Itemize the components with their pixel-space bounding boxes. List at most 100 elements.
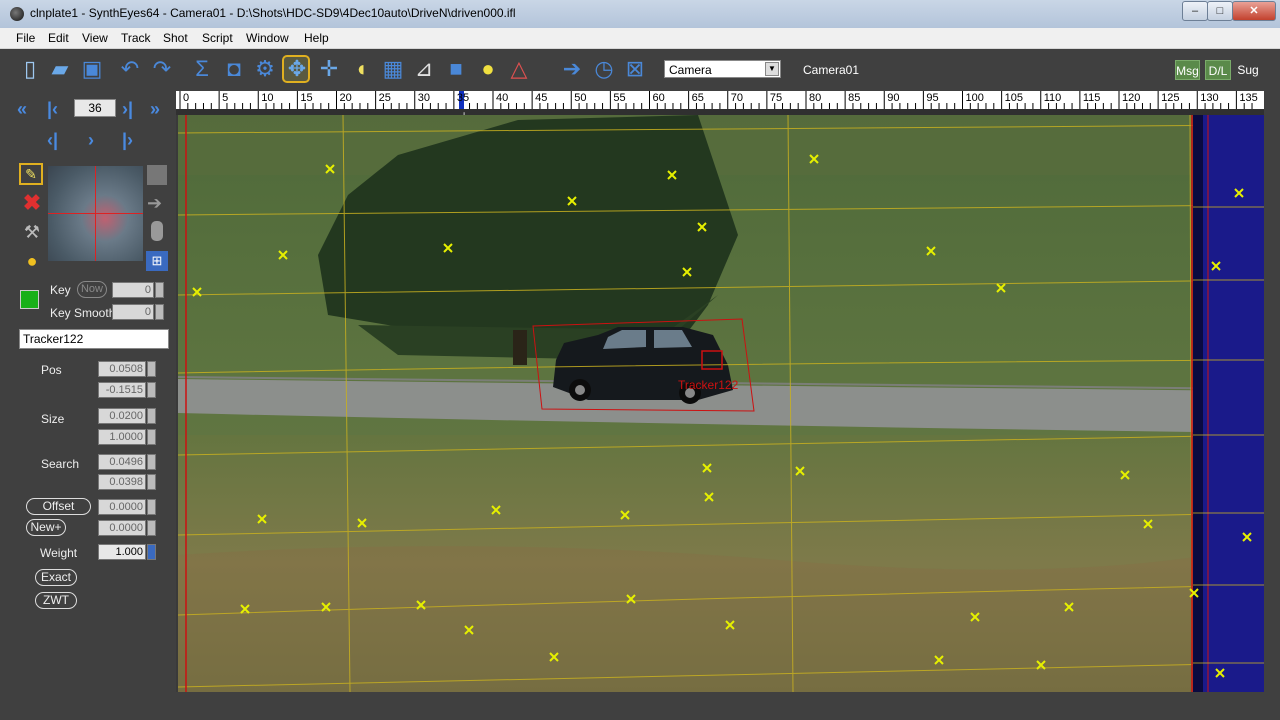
- zwt-button[interactable]: ZWT: [35, 592, 77, 609]
- pos-x-spinner[interactable]: [147, 361, 156, 377]
- size-w-field[interactable]: 0.0200: [98, 408, 146, 424]
- move-icon[interactable]: ✛: [316, 56, 342, 82]
- triangle-icon[interactable]: △: [506, 56, 532, 82]
- menu-track[interactable]: Track: [121, 31, 151, 45]
- wrench-icon[interactable]: ⚒: [20, 220, 44, 244]
- settings-gear-icon[interactable]: ⚙: [252, 56, 278, 82]
- offset-field[interactable]: 0.0000: [98, 499, 146, 515]
- maximize-button[interactable]: □: [1207, 1, 1233, 21]
- timeline-tick-label: 65: [691, 92, 704, 104]
- offset-spinner[interactable]: [147, 499, 156, 515]
- calculator-icon[interactable]: ▦: [380, 56, 406, 82]
- lens-icon[interactable]: ◖: [348, 56, 374, 82]
- menu-view[interactable]: View: [82, 31, 108, 45]
- summary-icon[interactable]: ◘: [221, 56, 247, 82]
- viewport-scene: Tracker122: [178, 115, 1264, 692]
- pos-label: Pos: [41, 363, 62, 377]
- new-file-icon[interactable]: ▯: [17, 56, 43, 82]
- arrow-right-icon[interactable]: ➔: [559, 56, 585, 82]
- key-smooth-spinner[interactable]: [155, 304, 164, 320]
- rewind-to-start-icon[interactable]: «: [17, 99, 27, 119]
- menu-help[interactable]: Help: [304, 31, 329, 45]
- size-h-field[interactable]: 1.0000: [98, 429, 146, 445]
- next-key-icon[interactable]: |›: [122, 130, 133, 150]
- step-to-last-icon[interactable]: ›|: [122, 99, 133, 119]
- pos-y-spinner[interactable]: [147, 382, 156, 398]
- mouse-icon[interactable]: [151, 221, 163, 241]
- timeline-tick-label: 120: [1122, 92, 1141, 104]
- close-button[interactable]: ✕: [1232, 1, 1276, 21]
- pos-x-field[interactable]: 0.0508: [98, 361, 146, 377]
- size-h-spinner[interactable]: [147, 429, 156, 445]
- timeline-tick-label: 60: [652, 92, 665, 104]
- prev-key-icon[interactable]: ‹|: [47, 130, 58, 150]
- new-plus-button[interactable]: New+: [26, 519, 66, 536]
- weight-field[interactable]: 1.000: [98, 544, 146, 560]
- new-plus-spinner[interactable]: [147, 520, 156, 536]
- step-to-first-icon[interactable]: |‹: [47, 99, 58, 119]
- key-smooth-label: Key Smooth: [50, 306, 116, 320]
- lock-icon[interactable]: ●: [20, 249, 44, 273]
- search-w-spinner[interactable]: [147, 454, 156, 470]
- size-w-spinner[interactable]: [147, 408, 156, 424]
- search-w-field[interactable]: 0.0496: [98, 454, 146, 470]
- light-bulb-icon[interactable]: ●: [475, 56, 501, 82]
- timeline-tick-label: 95: [926, 92, 939, 104]
- menu-file[interactable]: File: [16, 31, 35, 45]
- arrow-right-gray-icon[interactable]: ➔: [147, 193, 167, 213]
- undo-icon[interactable]: ↶: [117, 56, 143, 82]
- active-camera-label: Camera01: [803, 63, 860, 77]
- grid-toggle-icon[interactable]: [147, 165, 167, 185]
- timeline-ruler[interactable]: 0 5 10 15 20 25 30 35 40 45 50 55 60 65 70 75 80 85 90 95 10…: [176, 91, 1264, 109]
- timeline-tick-label: 25: [378, 92, 391, 104]
- key-spinner[interactable]: [155, 282, 164, 298]
- fast-forward-icon[interactable]: »: [150, 99, 160, 119]
- search-label: Search: [41, 457, 80, 471]
- sug-button[interactable]: Sug: [1235, 60, 1261, 80]
- menu-window[interactable]: Window: [246, 31, 289, 45]
- search-h-field[interactable]: 0.0398: [98, 474, 146, 490]
- graph-icon[interactable]: ⊿: [411, 56, 437, 82]
- open-folder-icon[interactable]: ▰: [47, 56, 73, 82]
- offset-button[interactable]: Offset: [26, 498, 91, 515]
- tracker-name-field[interactable]: Tracker122: [19, 329, 169, 349]
- timeline-tick-label: 10: [261, 92, 274, 104]
- clock-icon[interactable]: ◷: [591, 56, 617, 82]
- solver-sigma-icon[interactable]: Σ: [189, 56, 215, 82]
- pencil-icon[interactable]: ✎: [19, 163, 43, 185]
- msg-button[interactable]: Msg: [1175, 60, 1200, 80]
- pos-y-field[interactable]: -0.1515: [98, 382, 146, 398]
- camera-select[interactable]: Camera ▼: [664, 60, 781, 78]
- search-h-spinner[interactable]: [147, 474, 156, 490]
- camera-viewport[interactable]: Tracker122: [178, 115, 1264, 692]
- play-icon[interactable]: ›: [88, 130, 94, 150]
- dl-button[interactable]: D/L: [1205, 60, 1231, 80]
- minimize-button[interactable]: –: [1182, 1, 1208, 21]
- key-smooth-field[interactable]: 0: [112, 304, 154, 320]
- save-icon[interactable]: ▣: [79, 56, 105, 82]
- now-button[interactable]: Now: [77, 281, 107, 298]
- weight-spinner[interactable]: [147, 544, 156, 560]
- new-plus-field[interactable]: 0.0000: [98, 520, 146, 536]
- key-field[interactable]: 0: [112, 282, 154, 298]
- timeline-tick-label: 20: [339, 92, 352, 104]
- redo-icon[interactable]: ↷: [149, 56, 175, 82]
- right-edge-strip: [1264, 91, 1280, 720]
- tracker-color-swatch[interactable]: [20, 290, 39, 309]
- timeline-tick-label: 135: [1239, 92, 1258, 104]
- delete-x-icon[interactable]: ✖: [20, 191, 44, 215]
- zoom-plus-icon[interactable]: ⊞: [146, 251, 168, 271]
- key-label: Key: [50, 283, 71, 297]
- frame-number-field[interactable]: 36: [74, 99, 116, 117]
- menu-shot[interactable]: Shot: [163, 31, 188, 45]
- menu-edit[interactable]: Edit: [48, 31, 69, 45]
- fit-view-icon[interactable]: ⊠: [622, 56, 648, 82]
- cube-icon[interactable]: ■: [443, 56, 469, 82]
- window-title: clnplate1 - SynthEyes64 - Camera01 - D:\…: [30, 6, 516, 20]
- size-label: Size: [41, 412, 65, 426]
- timeline-tick-label: 110: [1043, 92, 1062, 104]
- timeline-tick-label: 100: [965, 92, 984, 104]
- exact-button[interactable]: Exact: [35, 569, 77, 586]
- chevron-down-icon: ▼: [765, 62, 779, 76]
- menu-script[interactable]: Script: [202, 31, 233, 45]
